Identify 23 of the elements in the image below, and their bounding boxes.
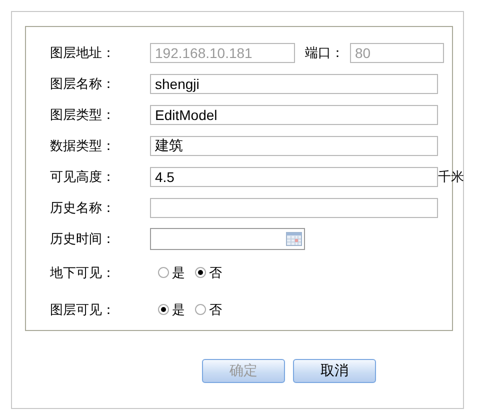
field-label: 端口： xyxy=(305,44,344,62)
field-label: 图层类型： xyxy=(50,106,116,124)
input-field[interactable]: shengji xyxy=(150,74,438,94)
radio-option[interactable]: 否 xyxy=(195,300,222,318)
field-label: 数据类型： xyxy=(50,136,116,154)
radio-option[interactable]: 是 xyxy=(158,300,185,318)
input-field[interactable]: EditModel xyxy=(150,104,438,124)
field-label: 历史名称： xyxy=(50,198,116,216)
date-field[interactable] xyxy=(150,228,305,250)
field-label: 图层可见： xyxy=(50,300,116,318)
calendar-icon[interactable] xyxy=(286,232,302,246)
radio-option[interactable]: 否 xyxy=(195,264,222,282)
field-label: 图层名称： xyxy=(50,74,116,92)
field-label: 历史时间： xyxy=(50,230,116,248)
input-field[interactable] xyxy=(150,198,438,218)
unit-label: 千米 xyxy=(438,168,464,186)
field-label: 图层地址： xyxy=(50,44,116,62)
input-field[interactable]: 4.5 xyxy=(150,166,438,186)
field-label: 可见高度： xyxy=(50,168,116,186)
cancel-button[interactable]: 取消 xyxy=(293,359,376,383)
radio-option[interactable]: 是 xyxy=(158,264,185,282)
input-field[interactable]: 建筑 xyxy=(150,136,438,156)
field-label: 地下可见： xyxy=(50,264,116,282)
